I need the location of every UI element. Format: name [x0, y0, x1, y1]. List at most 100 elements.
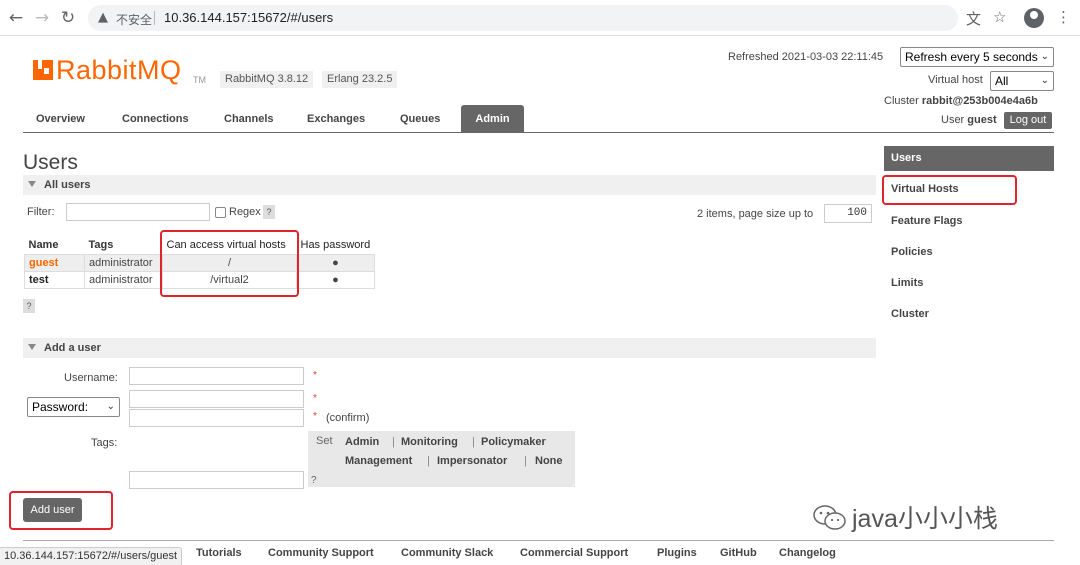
username-input[interactable] — [129, 367, 304, 385]
footer-link-tutorials[interactable]: Tutorials — [196, 547, 242, 559]
url-text: 10.36.144.157:15672/#/users — [164, 10, 334, 25]
password-type-select[interactable]: Password: ⌄ — [27, 397, 120, 417]
add-user-section-header[interactable]: Add a user — [23, 338, 876, 358]
right-menu-item-limits[interactable]: Limits — [891, 277, 923, 289]
footer-link-plugins[interactable]: Plugins — [657, 547, 697, 559]
password-type-value: Password: — [32, 400, 89, 414]
set-label: Set — [316, 435, 333, 447]
regex-label: Regex — [229, 206, 261, 218]
tag-separator: | — [472, 436, 475, 448]
right-menu-item-cluster[interactable]: Cluster — [891, 308, 929, 320]
user-label: User — [941, 114, 965, 126]
user-has-password-cell: ● — [296, 253, 375, 272]
user-name-cell[interactable]: guest — [24, 253, 85, 272]
column-header-has-password[interactable]: Has password — [297, 236, 375, 254]
all-users-section-header[interactable]: All users — [23, 175, 876, 195]
footer-link-community-support[interactable]: Community Support — [268, 547, 374, 559]
highlight-box-virtual-hosts — [882, 175, 1017, 205]
address-bar[interactable]: ▲ 不安全 10.36.144.157:15672/#/users — [88, 5, 958, 31]
tag-separator: | — [427, 455, 430, 467]
refreshed-text: Refreshed 2021-03-03 22:11:45 — [728, 51, 884, 63]
brand-trademark: TM — [193, 75, 206, 85]
vhost-select-value: All — [995, 74, 1009, 88]
tag-impersonator-link[interactable]: Impersonator — [437, 455, 507, 467]
refresh-select-value: Refresh every 5 seconds — [905, 50, 1038, 64]
erlang-badge: Erlang 23.2.5 — [322, 71, 398, 88]
username-label: Username: — [64, 372, 118, 384]
highlight-box-vhosts — [160, 230, 299, 297]
tag-management-link[interactable]: Management — [345, 455, 412, 467]
back-icon[interactable]: ← — [6, 8, 26, 28]
confirm-label: (confirm) — [326, 412, 370, 424]
tag-policymaker-link[interactable]: Policymaker — [481, 436, 546, 448]
forward-icon[interactable]: → — [32, 8, 52, 28]
version-badge: RabbitMQ 3.8.12 — [220, 71, 314, 88]
tab-exchanges[interactable]: Exchanges — [307, 113, 365, 125]
column-header-tags[interactable]: Tags — [85, 236, 163, 254]
tags-input[interactable] — [129, 471, 304, 489]
tag-shortcuts-panel: Set Admin | Monitoring | Policymaker Man… — [308, 431, 575, 487]
footer-divider — [23, 540, 1054, 541]
user-info: User guest — [941, 114, 997, 126]
reload-icon[interactable]: ↻ — [58, 8, 78, 28]
footer-link-community-slack[interactable]: Community Slack — [401, 547, 493, 559]
user-name-link[interactable]: guest — [29, 257, 58, 269]
tab-admin[interactable]: Admin — [461, 105, 524, 133]
chevron-down-icon: ⌄ — [1040, 51, 1049, 62]
brand-name: RabbitMQ — [56, 55, 182, 85]
regex-checkbox[interactable] — [215, 207, 226, 218]
bookmark-star-icon[interactable]: ☆ — [993, 8, 1006, 26]
filter-input[interactable] — [66, 203, 210, 221]
regex-help-icon[interactable]: ? — [263, 205, 275, 219]
tag-none-link[interactable]: None — [535, 455, 563, 467]
tab-overview[interactable]: Overview — [36, 113, 85, 125]
refresh-select[interactable]: Refresh every 5 seconds ⌄ — [900, 47, 1054, 67]
footer-link-commercial-support[interactable]: Commercial Support — [520, 547, 628, 559]
chevron-down-icon: ⌄ — [1040, 75, 1049, 86]
tab-channels[interactable]: Channels — [224, 113, 274, 125]
warning-icon: ▲ — [98, 10, 108, 25]
required-marker: * — [313, 370, 317, 381]
translate-icon[interactable]: 文 — [966, 8, 981, 29]
browser-toolbar: ← → ↻ ▲ 不安全 10.36.144.157:15672/#/users … — [0, 0, 1080, 36]
collapse-triangle-icon — [28, 344, 36, 350]
tab-connections[interactable]: Connections — [122, 113, 189, 125]
right-menu-item-feature-flags[interactable]: Feature Flags — [891, 215, 963, 227]
password-input[interactable] — [129, 390, 304, 408]
user-has-password-cell: ● — [296, 270, 375, 289]
wechat-icon — [813, 505, 846, 530]
cluster-value: rabbit@253b004e4a6b — [921, 95, 1038, 107]
column-header-name[interactable]: Name — [25, 236, 85, 254]
user-name-link[interactable]: test — [29, 274, 49, 286]
user-tags-cell: administrator — [84, 253, 163, 272]
divider — [154, 11, 155, 25]
footer-link-changelog[interactable]: Changelog — [779, 547, 836, 559]
tags-help-icon[interactable]: ? — [311, 475, 317, 486]
right-menu-item-policies[interactable]: Policies — [891, 246, 933, 258]
more-menu-icon[interactable]: ⋮ — [1056, 8, 1071, 26]
page-info-text: 2 items, page size up to — [697, 208, 814, 220]
vhost-label: Virtual host — [928, 74, 983, 86]
tab-queues[interactable]: Queues — [400, 113, 440, 125]
footer-link-github[interactable]: GitHub — [720, 547, 757, 559]
page-title: Users — [23, 151, 78, 174]
password-confirm-input[interactable] — [129, 409, 304, 427]
right-menu-item-users[interactable]: Users — [884, 146, 1054, 171]
browser-status-url: 10.36.144.157:15672/#/users/guest — [0, 547, 183, 565]
tag-monitoring-link[interactable]: Monitoring — [401, 436, 458, 448]
required-marker: * — [313, 411, 317, 422]
insecure-label: 不安全 — [116, 13, 153, 27]
user-value: guest — [967, 114, 997, 126]
page-size-input[interactable]: 100 — [824, 204, 872, 223]
profile-avatar-icon[interactable] — [1024, 8, 1044, 28]
tag-admin-link[interactable]: Admin — [345, 436, 379, 448]
rabbitmq-logo-icon — [33, 59, 53, 80]
vhost-select[interactable]: All ⌄ — [990, 71, 1054, 91]
table-help-icon[interactable]: ? — [23, 299, 35, 313]
tab-divider — [23, 132, 1054, 133]
watermark-text: java小小小栈 — [852, 505, 998, 533]
logout-button[interactable]: Log out — [1004, 112, 1052, 129]
chevron-down-icon: ⌄ — [106, 401, 115, 412]
user-name-cell[interactable]: test — [24, 270, 85, 289]
add-user-title: Add a user — [44, 342, 101, 354]
